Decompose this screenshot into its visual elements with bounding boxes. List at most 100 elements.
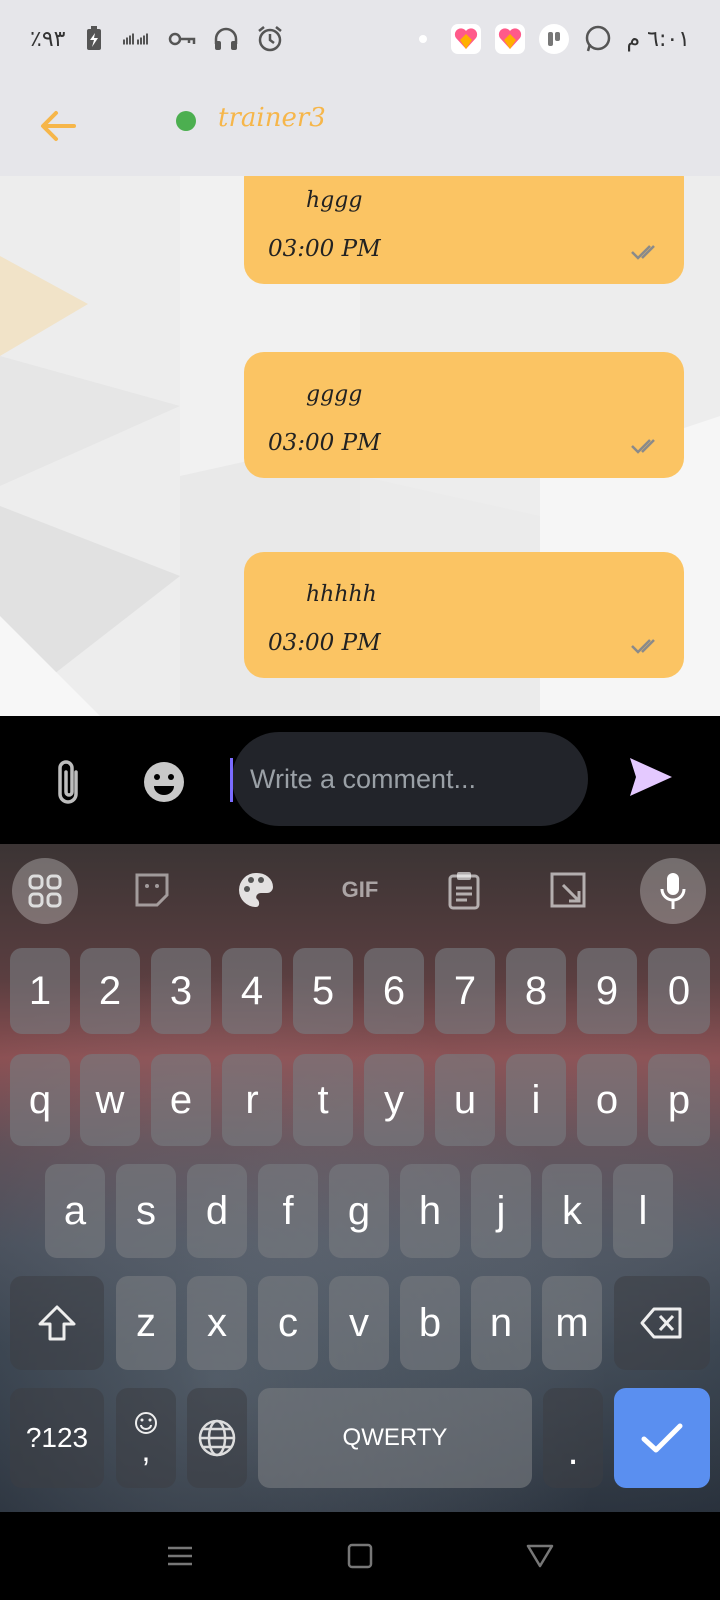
alarm-icon	[255, 24, 285, 54]
key-9[interactable]: 9	[577, 948, 637, 1034]
key-e[interactable]: e	[151, 1054, 211, 1146]
whatsapp-icon	[583, 24, 613, 54]
system-nav-bar	[0, 1512, 720, 1600]
key-a[interactable]: a	[45, 1164, 105, 1258]
key-r[interactable]: r	[222, 1054, 282, 1146]
clipboard-button[interactable]	[432, 858, 496, 922]
back-button[interactable]	[36, 104, 80, 148]
key-4[interactable]: 4	[222, 948, 282, 1034]
app-bar	[0, 80, 720, 176]
key-0[interactable]: 0	[648, 948, 710, 1034]
status-right: ٦:٠١ م	[418, 24, 690, 54]
double-check-icon	[631, 639, 655, 654]
key-t[interactable]: t	[293, 1054, 353, 1146]
comma-label: ,	[141, 1432, 151, 1468]
theme-button[interactable]	[224, 858, 288, 922]
period-key[interactable]: .	[543, 1388, 603, 1488]
key-f[interactable]: f	[258, 1164, 318, 1258]
message-bubble[interactable]: gggg 03:00 PM	[244, 352, 684, 478]
space-key[interactable]: QWERTY	[258, 1388, 532, 1488]
clipboard-icon	[448, 872, 480, 910]
key-6[interactable]: 6	[364, 948, 424, 1034]
comment-field[interactable]	[230, 732, 588, 826]
emoji-button[interactable]	[142, 760, 186, 808]
double-check-icon	[631, 439, 655, 454]
language-key[interactable]	[187, 1388, 247, 1488]
key-x[interactable]: x	[187, 1276, 247, 1370]
sticker-icon	[135, 873, 169, 907]
key-5[interactable]: 5	[293, 948, 353, 1034]
key-i[interactable]: i	[506, 1054, 566, 1146]
vpn-key-icon	[167, 24, 197, 54]
comment-input[interactable]	[250, 756, 570, 802]
key-d[interactable]: d	[187, 1164, 247, 1258]
key-b[interactable]: b	[400, 1276, 460, 1370]
gif-button[interactable]: GIF	[328, 858, 392, 922]
key-o[interactable]: o	[577, 1054, 637, 1146]
key-k[interactable]: k	[542, 1164, 602, 1258]
comma-key[interactable]: ,	[116, 1388, 176, 1488]
menu-nav-button[interactable]	[166, 1542, 194, 1574]
key-w[interactable]: w	[80, 1054, 140, 1146]
back-nav-button[interactable]	[526, 1542, 554, 1574]
chat-messages[interactable]: hggg 03:00 PM gggg 03:00 PM hhhhh 03:00 …	[0, 176, 720, 716]
message-time: 03:00 PM	[268, 430, 381, 456]
voice-input-button[interactable]	[640, 858, 706, 924]
notification-dot	[418, 35, 427, 43]
key-n[interactable]: n	[471, 1276, 531, 1370]
status-left: ٪٩٣	[30, 24, 285, 54]
palette-icon	[239, 872, 274, 907]
key-q[interactable]: q	[10, 1054, 70, 1146]
microphone-icon	[660, 873, 686, 909]
backspace-key[interactable]	[614, 1276, 710, 1370]
key-l[interactable]: l	[613, 1164, 673, 1258]
back-triangle-icon	[526, 1544, 554, 1568]
key-u[interactable]: u	[435, 1054, 495, 1146]
key-z[interactable]: z	[116, 1276, 176, 1370]
message-text: gggg	[306, 382, 363, 407]
checkmark-icon	[641, 1423, 683, 1453]
key-p[interactable]: p	[648, 1054, 710, 1146]
home-nav-button[interactable]	[347, 1542, 373, 1574]
likee-icon	[494, 24, 525, 54]
apps-button[interactable]	[12, 858, 78, 924]
resize-button[interactable]	[536, 858, 600, 922]
key-j[interactable]: j	[471, 1164, 531, 1258]
key-2[interactable]: 2	[80, 948, 140, 1034]
message-text: hhhhh	[306, 582, 377, 607]
key-y[interactable]: y	[364, 1054, 424, 1146]
grid-icon	[28, 874, 62, 908]
menu-icon	[168, 1546, 192, 1566]
arrow-left-icon	[41, 111, 76, 141]
key-s[interactable]: s	[116, 1164, 176, 1258]
shift-key[interactable]	[10, 1276, 104, 1370]
key-h[interactable]: h	[400, 1164, 460, 1258]
sticker-button[interactable]	[120, 858, 184, 922]
key-7[interactable]: 7	[435, 948, 495, 1034]
paperclip-icon	[58, 760, 78, 804]
key-g[interactable]: g	[329, 1164, 389, 1258]
key-m[interactable]: m	[542, 1276, 602, 1370]
smiley-icon	[144, 762, 184, 802]
message-bubble[interactable]: hhhhh 03:00 PM	[244, 552, 684, 678]
enter-key[interactable]	[614, 1388, 710, 1488]
likee-icon	[450, 24, 481, 54]
signal-icon	[123, 24, 153, 54]
double-check-icon	[631, 245, 655, 260]
keyboard-toolbar: GIF	[0, 844, 720, 932]
backspace-icon	[640, 1307, 682, 1339]
key-1[interactable]: 1	[10, 948, 70, 1034]
online-status-dot	[176, 111, 196, 131]
key-c[interactable]: c	[258, 1276, 318, 1370]
key-v[interactable]: v	[329, 1276, 389, 1370]
attach-button[interactable]	[50, 758, 86, 812]
battery-percent: ٪٩٣	[30, 26, 66, 52]
key-3[interactable]: 3	[151, 948, 211, 1034]
battery-charging-icon	[79, 24, 109, 54]
soft-keyboard: GIF 1 2 3 4 5 6 7 8 9 0 q w e r t y u i …	[0, 844, 720, 1512]
key-8[interactable]: 8	[506, 948, 566, 1034]
text-cursor	[230, 758, 233, 802]
send-button[interactable]	[628, 756, 674, 802]
symbols-key[interactable]: ?123	[10, 1388, 104, 1488]
message-bubble[interactable]: hggg 03:00 PM	[244, 176, 684, 284]
